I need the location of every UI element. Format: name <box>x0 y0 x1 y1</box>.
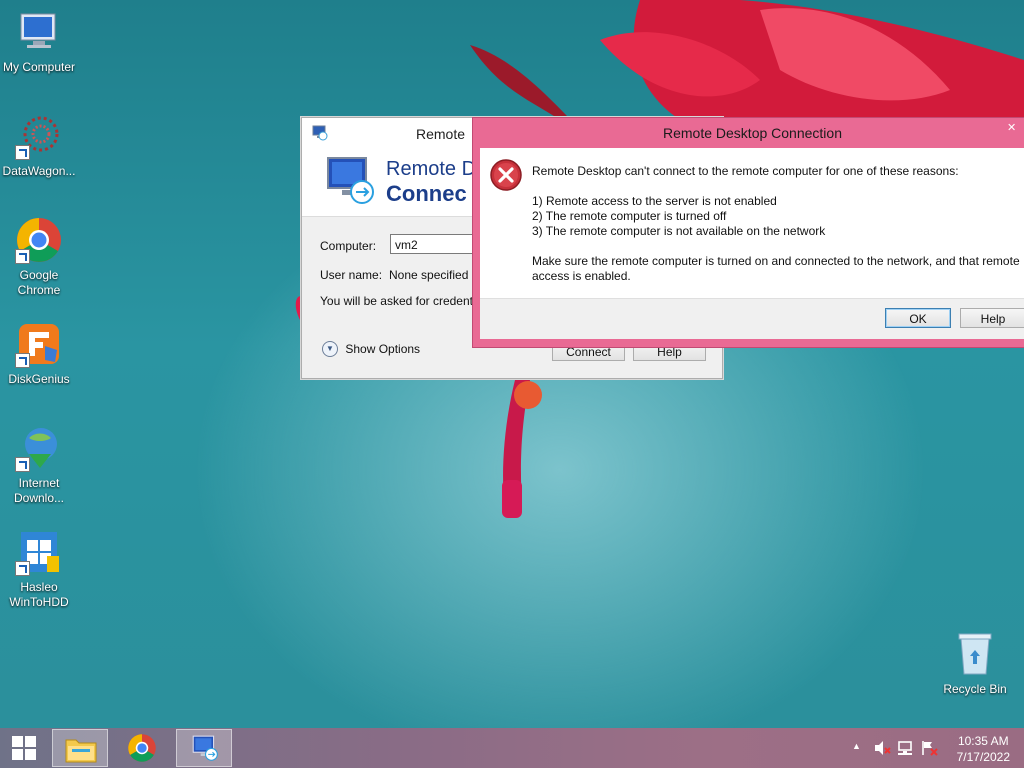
error-icon <box>490 159 522 191</box>
volume-muted-icon[interactable] <box>873 740 891 756</box>
monitor-icon <box>15 8 63 56</box>
error-message: Remote Desktop can't connect to the remo… <box>532 164 959 178</box>
taskbar-file-explorer[interactable] <box>52 729 108 767</box>
desktop-icon-label: DataWagon... <box>2 164 76 178</box>
desktop-icon-google-chrome[interactable]: Google Chrome <box>1 216 77 298</box>
desktop-icon-label: My Computer <box>2 60 76 74</box>
desktop-icon-my-computer[interactable]: My Computer <box>1 8 77 75</box>
desktop-icon-label: Google Chrome <box>17 268 61 297</box>
shortcut-arrow-icon <box>15 561 30 576</box>
desktop-icon-label: DiskGenius <box>8 372 70 386</box>
diskgenius-icon <box>15 320 63 368</box>
clock[interactable]: 10:35 AM 7/17/2022 <box>957 733 1010 765</box>
username-label: User name: <box>320 268 383 282</box>
chrome-icon <box>128 734 156 762</box>
show-hidden-icons-arrow[interactable]: ▲ <box>852 741 861 751</box>
computer-label: Computer: <box>320 239 377 253</box>
credentials-note: You will be asked for credentials <box>320 294 491 308</box>
error-reason-2: 2) The remote computer is turned off <box>532 209 727 223</box>
show-options-toggle[interactable]: ▼ Show Options <box>322 341 420 359</box>
taskbar: ▲ 10:35 AM 7/17/2022 <box>0 728 1024 768</box>
rdc-taskbar-icon <box>192 735 218 761</box>
rdc-window-icon <box>312 125 328 141</box>
rdc-banner-title-line2: Connec <box>386 181 467 206</box>
desktop-icon-label: Hasleo WinToHDD <box>9 580 69 609</box>
chrome-icon <box>15 216 63 264</box>
error-dialog-footer: OK Help <box>480 298 1024 339</box>
action-center-flag-icon[interactable] <box>921 740 939 756</box>
recycle-bin-label: Recycle Bin <box>943 682 1007 696</box>
folder-icon <box>65 739 97 763</box>
error-reason-3: 3) The remote computer is not available … <box>532 224 826 238</box>
error-dialog-title: Remote Desktop Connection <box>663 125 842 141</box>
rdc-banner-title-line1: Remote D <box>386 158 477 180</box>
desktop-icon-recycle-bin[interactable]: Recycle Bin <box>940 630 1010 696</box>
globe-download-icon <box>15 424 63 472</box>
desktop-icon-diskgenius[interactable]: DiskGenius <box>1 320 77 387</box>
windows-logo-icon <box>12 736 36 760</box>
desktop-icon-datawagon[interactable]: DataWagon... <box>1 112 77 179</box>
shortcut-arrow-icon <box>15 249 30 264</box>
recycle-bin-icon <box>958 633 992 675</box>
wallpaper-flower <box>295 0 1024 518</box>
desktop-icon-hasleo-wintohdd[interactable]: Hasleo WinToHDD <box>1 528 77 610</box>
desktop-icon-label: Internet Downlo... <box>13 476 65 505</box>
username-value: None specified <box>389 268 469 282</box>
clock-time: 10:35 AM <box>957 734 1009 748</box>
error-advice-line1: Make sure the remote computer is turned … <box>532 254 1020 268</box>
error-advice-line2: access is enabled. <box>532 269 631 283</box>
chevron-down-icon: ▼ <box>322 341 338 357</box>
shortcut-arrow-icon <box>15 145 30 160</box>
network-icon[interactable] <box>897 740 915 756</box>
error-help-button[interactable]: Help <box>960 308 1024 328</box>
start-button[interactable] <box>0 729 48 767</box>
shortcut-arrow-icon <box>15 353 30 368</box>
error-dialog-titlebar[interactable]: Remote Desktop Connection ✕ <box>473 118 1024 148</box>
error-reason-1: 1) Remote access to the server is not en… <box>532 194 777 208</box>
desktop-icon-internet-download-manager[interactable]: Internet Downlo... <box>1 424 77 506</box>
error-message-panel: Remote Desktop can't connect to the remo… <box>480 148 1024 298</box>
datawagon-icon <box>15 112 63 160</box>
taskbar-google-chrome[interactable] <box>114 729 170 767</box>
ok-button[interactable]: OK <box>885 308 951 328</box>
clock-date: 7/17/2022 <box>956 750 1010 764</box>
wintohdd-icon <box>15 528 63 576</box>
close-icon[interactable]: ✕ <box>1007 121 1024 135</box>
error-dialog[interactable]: Remote Desktop Connection ✕ Remote Deskt… <box>472 117 1024 348</box>
rdc-logo-icon <box>327 157 374 204</box>
taskbar-remote-desktop[interactable] <box>176 729 232 767</box>
rdc-window-title: Remote <box>416 126 466 142</box>
system-tray: ▲ 10:35 AM 7/17/2022 <box>848 728 1024 768</box>
shortcut-arrow-icon <box>15 457 30 472</box>
show-options-label: Show Options <box>345 342 421 356</box>
